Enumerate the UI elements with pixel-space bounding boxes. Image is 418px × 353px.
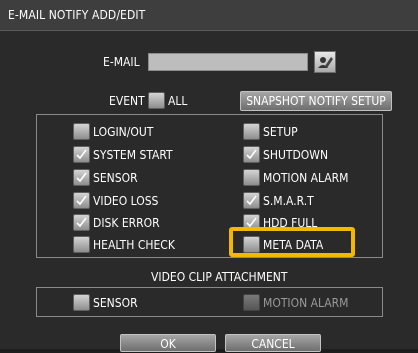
edit-contact-icon (318, 57, 333, 68)
event-label: EVENT (109, 94, 145, 108)
login-out-label: LOGIN/OUT (93, 125, 154, 139)
motion-alarm-checkbox[interactable] (243, 169, 260, 186)
login-out-checkbox[interactable] (73, 123, 90, 140)
video-clip-title: VIDEO CLIP ATTACHMENT (151, 270, 288, 284)
check-icon (76, 217, 87, 228)
snapshot-notify-setup-button[interactable]: SNAPSHOT NOTIFY SETUP (240, 91, 392, 111)
sensor-label: SENSOR (93, 171, 138, 185)
smart-checkbox[interactable] (243, 192, 260, 209)
video-loss-checkbox[interactable] (73, 192, 90, 209)
clip-motion-alarm-label: MOTION ALARM (263, 296, 349, 310)
check-icon (76, 172, 87, 183)
check-icon (76, 149, 87, 160)
dialog-titlebar: E-MAIL NOTIFY ADD/EDIT (0, 0, 418, 31)
clip-motion-alarm-checkbox (243, 294, 260, 311)
shutdown-checkbox[interactable] (243, 146, 260, 163)
clip-sensor-checkbox[interactable] (73, 294, 90, 311)
system-start-label: SYSTEM START (93, 148, 173, 162)
check-icon (246, 195, 257, 206)
ok-button[interactable]: OK (120, 334, 216, 352)
email-field[interactable] (148, 53, 308, 71)
check-icon (76, 195, 87, 206)
event-all-checkbox[interactable] (148, 92, 165, 109)
setup-label: SETUP (263, 125, 298, 139)
email-contact-button[interactable] (314, 51, 336, 73)
event-all-label: ALL (168, 94, 188, 108)
check-icon (246, 149, 257, 160)
smart-label: S.M.A.R.T (263, 194, 314, 208)
health-check-checkbox[interactable] (73, 236, 90, 253)
motion-alarm-label: MOTION ALARM (263, 171, 349, 185)
system-start-checkbox[interactable] (73, 146, 90, 163)
disk-error-checkbox[interactable] (73, 214, 90, 231)
shutdown-label: SHUTDOWN (263, 148, 329, 162)
cancel-button[interactable]: CANCEL (225, 334, 321, 352)
meta-data-highlight (229, 227, 355, 257)
clip-sensor-label: SENSOR (93, 296, 138, 310)
email-label: E-MAIL (103, 55, 140, 69)
sensor-checkbox[interactable] (73, 169, 90, 186)
disk-error-label: DISK ERROR (93, 216, 160, 230)
setup-checkbox[interactable] (243, 123, 260, 140)
dialog-title: E-MAIL NOTIFY ADD/EDIT (8, 8, 146, 22)
video-loss-label: VIDEO LOSS (93, 194, 159, 208)
health-check-label: HEALTH CHECK (93, 238, 175, 252)
